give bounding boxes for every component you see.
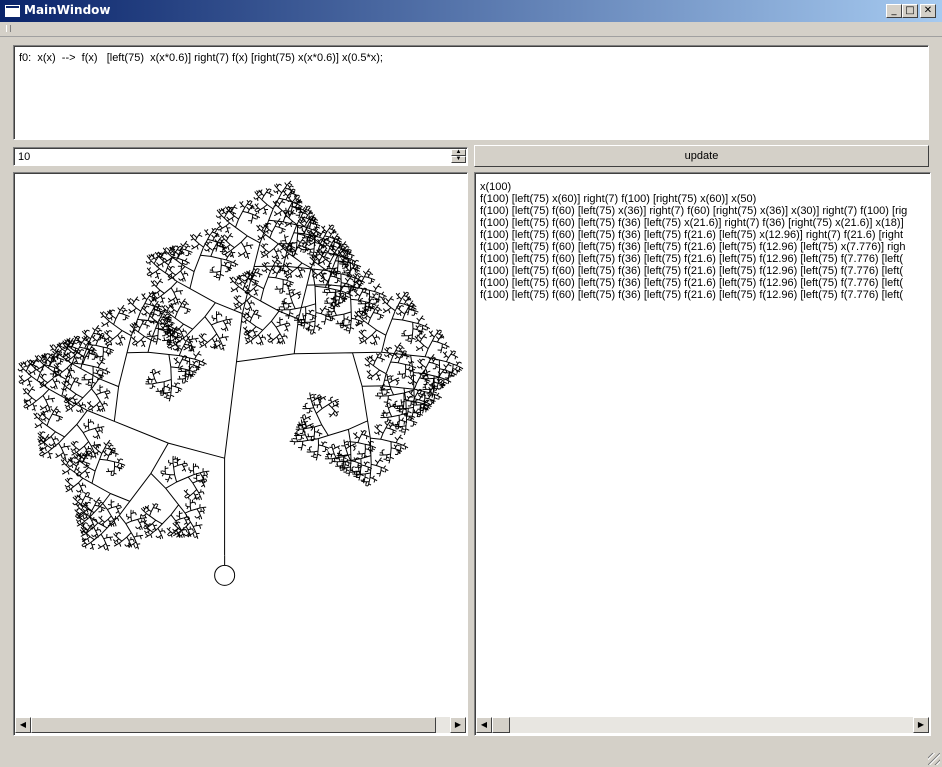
output-line: x(100) — [480, 181, 512, 193]
scroll-right-icon[interactable]: ▶ — [450, 717, 466, 733]
title-bar[interactable]: MainWindow _ □ ✕ — [0, 0, 942, 22]
scroll-thumb[interactable] — [31, 717, 436, 733]
scroll-thumb[interactable] — [492, 717, 510, 733]
output-line: f(100) [left(75) f(60) [left(75) f(36) [… — [480, 253, 904, 265]
output-hscrollbar[interactable]: ◀ ▶ — [476, 717, 929, 733]
canvas-hscrollbar[interactable]: ◀ ▶ — [15, 717, 466, 733]
rule-text: f0: x(x) --> f(x) [left(75) x(x*0.6)] ri… — [19, 52, 383, 64]
window-title: MainWindow — [24, 3, 111, 17]
output-line: f(100) [left(75) f(60) [left(75) f(36) [… — [480, 217, 904, 229]
output-lines: x(100) f(100) [left(75) x(60)] right(7) f… — [480, 181, 928, 301]
drawing-canvas[interactable]: ◀ ▶ — [13, 172, 468, 736]
spin-up-icon[interactable]: ▲ — [451, 149, 466, 156]
scroll-left-icon[interactable]: ◀ — [476, 717, 492, 733]
scroll-right-icon[interactable]: ▶ — [913, 717, 929, 733]
iterations-value: 10 — [18, 151, 31, 163]
output-line: f(100) [left(75) f(60) [left(75) f(36) [… — [480, 241, 906, 253]
scroll-left-icon[interactable]: ◀ — [15, 717, 31, 733]
window-icon — [5, 5, 20, 17]
iterations-spinbox[interactable]: 10 ▲ ▼ — [13, 147, 468, 166]
turtle-cursor-icon — [214, 564, 236, 586]
output-line: f(100) [left(75) x(60)] right(7) f(100) … — [480, 193, 757, 205]
resize-grip-icon[interactable] — [928, 753, 940, 765]
rule-editor[interactable]: f0: x(x) --> f(x) [left(75) x(x*0.6)] ri… — [13, 45, 929, 140]
fractal-tree-drawing — [17, 180, 464, 586]
update-button[interactable]: update — [474, 145, 929, 167]
toolbar — [0, 22, 942, 37]
output-line: f(100) [left(75) f(60) [left(75) f(36) [… — [480, 265, 904, 277]
spin-buttons: ▲ ▼ — [451, 149, 466, 164]
output-line: f(100) [left(75) f(60) [left(75) f(36) [… — [480, 289, 904, 301]
minimize-button[interactable]: _ — [886, 4, 902, 18]
spin-down-icon[interactable]: ▼ — [451, 156, 466, 163]
maximize-button[interactable]: □ — [902, 4, 918, 18]
toolbar-grip-icon[interactable] — [6, 25, 11, 32]
tree-branches — [17, 180, 464, 556]
output-panel[interactable]: x(100) f(100) [left(75) x(60)] right(7) f… — [474, 172, 931, 736]
output-line: f(100) [left(75) f(60) [left(75) f(36) [… — [480, 229, 904, 241]
output-line: f(100) [left(75) f(60) [left(75) x(36)] … — [480, 205, 908, 217]
close-button[interactable]: ✕ — [920, 4, 936, 18]
output-line: f(100) [left(75) f(60) [left(75) f(36) [… — [480, 277, 904, 289]
